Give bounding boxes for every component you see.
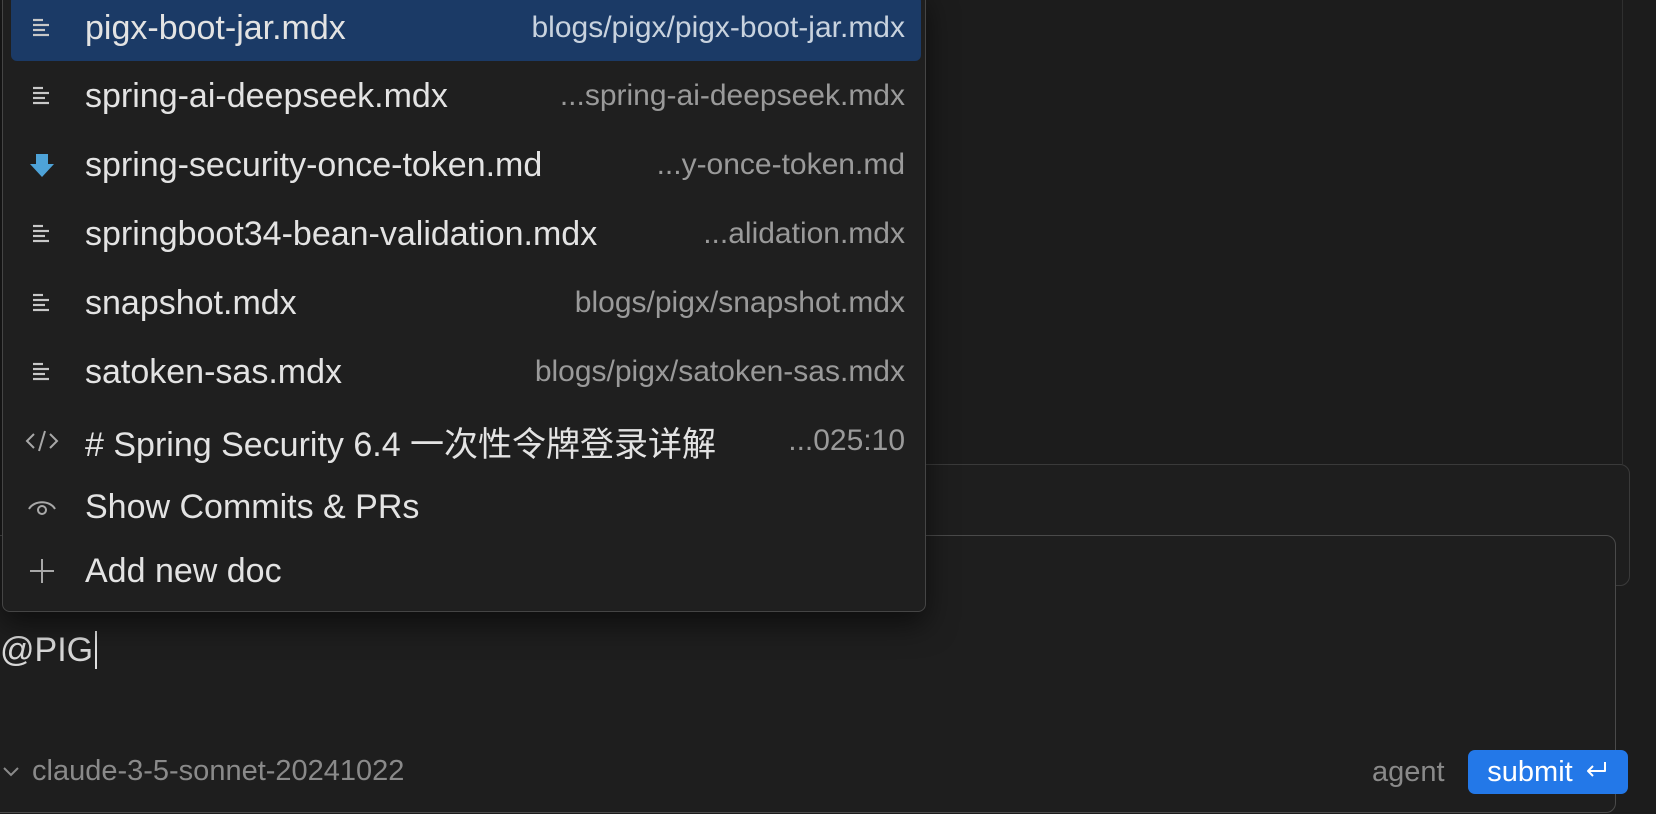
mode-label[interactable]: agent <box>1372 752 1445 792</box>
dropdown-item-show-commits[interactable]: Show Commits & PRs <box>11 474 921 540</box>
dropdown-item-name: snapshot.mdx <box>85 283 297 322</box>
doc-lines-icon <box>11 270 73 336</box>
markdown-arrow-icon <box>11 132 73 198</box>
dropdown-item-name: # Spring Security 6.4 一次性令牌登录详解 <box>85 425 717 464</box>
dropdown-item-name: satoken-sas.mdx <box>85 352 342 391</box>
chevron-down-icon[interactable] <box>0 760 22 782</box>
dropdown-item-path: ...y-once-token.md <box>656 148 905 181</box>
dropdown-item-name: Add new doc <box>85 551 282 590</box>
eye-icon <box>11 474 73 540</box>
model-selector[interactable]: claude-3-5-sonnet-20241022 <box>0 750 404 792</box>
submit-label: submit <box>1487 755 1573 788</box>
dropdown-item-satoken-sas[interactable]: satoken-sas.mdx blogs/pigx/satoken-sas.m… <box>11 339 921 405</box>
model-name[interactable]: claude-3-5-sonnet-20241022 <box>32 755 404 788</box>
dropdown-item-name: pigx-boot-jar.mdx <box>85 8 346 47</box>
dropdown-item-path: ...025:10 <box>788 424 905 457</box>
plus-icon <box>11 538 73 604</box>
text-caret <box>95 631 98 669</box>
dropdown-item-spring-security-heading[interactable]: # Spring Security 6.4 一次性令牌登录详解 ...025:1… <box>11 408 921 474</box>
dropdown-item-springboot34-bean-validation[interactable]: springboot34-bean-validation.mdx ...alid… <box>11 201 921 267</box>
dropdown-item-pigx-boot-jar[interactable]: pigx-boot-jar.mdx blogs/pigx/pigx-boot-j… <box>11 0 921 61</box>
chat-input-text[interactable]: @PIG <box>0 620 93 680</box>
dropdown-item-path: ...alidation.mdx <box>703 217 905 250</box>
dropdown-item-path: blogs/pigx/pigx-boot-jar.mdx <box>531 11 905 44</box>
dropdown-item-path: blogs/pigx/snapshot.mdx <box>574 286 905 319</box>
dropdown-item-name: Show Commits & PRs <box>85 487 420 526</box>
dropdown-item-add-new-doc[interactable]: Add new doc <box>11 538 921 604</box>
doc-lines-icon <box>11 63 73 129</box>
dropdown-item-spring-ai-deepseek[interactable]: spring-ai-deepseek.mdx ...spring-ai-deep… <box>11 63 921 129</box>
dropdown-item-spring-security-once-token[interactable]: spring-security-once-token.md ...y-once-… <box>11 132 921 198</box>
dropdown-item-path: ...spring-ai-deepseek.mdx <box>559 79 905 112</box>
editor-window: @PIG claude-3-5-sonnet-20241022 agent su… <box>0 0 1656 814</box>
mention-dropdown: pigx-boot-jar.mdx blogs/pigx/pigx-boot-j… <box>2 0 926 612</box>
dropdown-item-name: spring-security-once-token.md <box>85 145 543 184</box>
submit-button[interactable]: submit <box>1468 750 1628 794</box>
doc-lines-icon <box>11 201 73 267</box>
chat-input[interactable]: @PIG <box>0 620 98 680</box>
dropdown-item-name: spring-ai-deepseek.mdx <box>85 76 448 115</box>
doc-lines-icon <box>11 0 73 61</box>
code-icon <box>11 408 73 474</box>
enter-key-icon <box>1583 756 1609 789</box>
panel-divider <box>1622 0 1623 464</box>
doc-lines-icon <box>11 339 73 405</box>
dropdown-item-path: blogs/pigx/satoken-sas.mdx <box>534 355 905 388</box>
dropdown-item-name: springboot34-bean-validation.mdx <box>85 214 598 253</box>
dropdown-item-snapshot[interactable]: snapshot.mdx blogs/pigx/snapshot.mdx <box>11 270 921 336</box>
